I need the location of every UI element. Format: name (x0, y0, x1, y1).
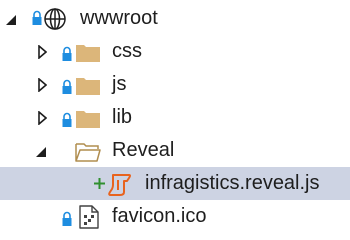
added-plus-icon (94, 178, 105, 189)
tree-item-css[interactable]: css (0, 35, 350, 68)
folder-icon (76, 45, 100, 62)
globe-icon (44, 8, 66, 30)
lock-icon (32, 10, 42, 25)
lock-icon (62, 211, 72, 226)
folder-open-icon (75, 143, 101, 162)
folder-icon (76, 111, 100, 128)
tree-item-label: css (112, 40, 142, 62)
tree-item-favicon[interactable]: favicon.ico (0, 200, 350, 233)
solution-explorer-tree: wwwroot css js lib Reveal infragistics.r… (0, 0, 350, 238)
tree-item-label: js (112, 73, 127, 95)
expanded-arrow-icon[interactable] (36, 147, 47, 158)
folder-icon (76, 78, 100, 95)
tree-item-label: wwwroot (80, 7, 158, 29)
collapsed-arrow-icon[interactable] (38, 78, 47, 92)
lock-icon (62, 112, 72, 127)
icon-file-icon (79, 205, 99, 229)
lock-icon (62, 46, 72, 61)
tree-item-label: Reveal (112, 139, 175, 161)
tree-item-js[interactable]: js (0, 68, 350, 101)
tree-item-reveal[interactable]: Reveal (0, 134, 350, 167)
tree-item-lib[interactable]: lib (0, 101, 350, 134)
tree-item-infragistics-reveal-js[interactable]: infragistics.reveal.js (0, 167, 350, 200)
collapsed-arrow-icon[interactable] (38, 111, 47, 125)
tree-item-label: infragistics.reveal.js (145, 172, 320, 194)
collapsed-arrow-icon[interactable] (38, 45, 47, 59)
tree-item-label: favicon.ico (112, 205, 207, 227)
tree-item-label: lib (112, 106, 133, 128)
javascript-file-icon (108, 174, 131, 196)
lock-icon (62, 79, 72, 94)
expanded-arrow-icon[interactable] (6, 15, 17, 26)
tree-item-wwwroot[interactable]: wwwroot (0, 2, 350, 35)
